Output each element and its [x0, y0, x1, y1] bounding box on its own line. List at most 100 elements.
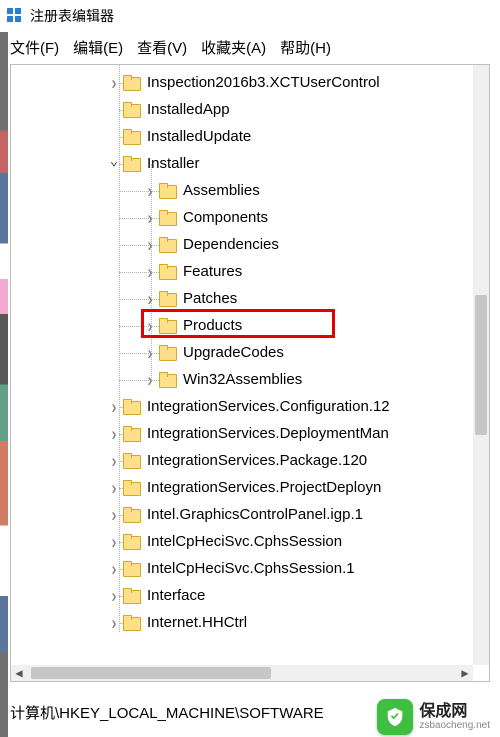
- horizontal-scroll-thumb[interactable]: [31, 667, 271, 679]
- tree-item-label: Features: [183, 263, 242, 280]
- menu-view[interactable]: 查看(V): [137, 37, 187, 58]
- folder-icon: [159, 264, 177, 280]
- tree-item-label: Assemblies: [183, 182, 260, 199]
- menu-help[interactable]: 帮助(H): [280, 37, 331, 58]
- chevron-right-icon[interactable]: [105, 454, 123, 468]
- folder-icon: [159, 318, 177, 334]
- tree-item-label: UpgradeCodes: [183, 344, 284, 361]
- tree-item-label: IntegrationServices.Package.120: [147, 452, 367, 469]
- tree-item[interactable]: Interface: [11, 582, 473, 609]
- tree-item[interactable]: Dependencies: [11, 231, 473, 258]
- folder-icon: [123, 102, 141, 118]
- folder-icon: [123, 480, 141, 496]
- chevron-right-icon[interactable]: [105, 508, 123, 522]
- tree-item[interactable]: Inspection2016b3.XCTUserControl: [11, 69, 473, 96]
- window-title: 注册表编辑器: [30, 6, 114, 26]
- menubar: 文件(F) 编辑(E) 查看(V) 收藏夹(A) 帮助(H): [0, 33, 500, 64]
- chevron-right-icon[interactable]: [105, 535, 123, 549]
- tree-item[interactable]: InstalledUpdate: [11, 123, 473, 150]
- tree-item[interactable]: Patches: [11, 285, 473, 312]
- folder-icon: [159, 372, 177, 388]
- folder-icon: [123, 129, 141, 145]
- scroll-right-arrow-icon[interactable]: ▶: [457, 665, 473, 681]
- tree-item-label: Installer: [147, 155, 200, 172]
- tree-item-label: IntegrationServices.ProjectDeployn: [147, 479, 381, 496]
- menu-edit[interactable]: 编辑(E): [73, 37, 123, 58]
- chevron-right-icon[interactable]: [141, 346, 159, 360]
- chevron-right-icon[interactable]: [105, 589, 123, 603]
- folder-icon: [123, 156, 141, 172]
- folder-icon: [123, 615, 141, 631]
- chevron-right-icon[interactable]: [105, 562, 123, 576]
- tree-item[interactable]: Assemblies: [11, 177, 473, 204]
- scroll-left-arrow-icon[interactable]: ◀: [11, 665, 27, 681]
- tree-view[interactable]: Inspection2016b3.XCTUserControl Installed…: [11, 65, 473, 665]
- tree-item-label: Inspection2016b3.XCTUserControl: [147, 74, 380, 91]
- tree-item-label: InstalledApp: [147, 101, 230, 118]
- vertical-scrollbar[interactable]: [473, 65, 489, 665]
- folder-icon: [159, 291, 177, 307]
- chevron-right-icon[interactable]: [105, 481, 123, 495]
- folder-icon: [159, 210, 177, 226]
- chevron-right-icon[interactable]: [141, 238, 159, 252]
- tree-item[interactable]: Internet.HHCtrl: [11, 609, 473, 636]
- folder-icon: [123, 588, 141, 604]
- chevron-right-icon[interactable]: [105, 616, 123, 630]
- menu-favorites[interactable]: 收藏夹(A): [201, 37, 266, 58]
- watermark-en: zsbaocheng.net: [419, 720, 490, 731]
- tree-item[interactable]: IntelCpHeciSvc.CphsSession: [11, 528, 473, 555]
- tree-item[interactable]: IntegrationServices.Package.120: [11, 447, 473, 474]
- watermark-badge-icon: [377, 699, 413, 735]
- chevron-right-icon[interactable]: [141, 265, 159, 279]
- tree-item-label: IntelCpHeciSvc.CphsSession.1: [147, 560, 355, 577]
- tree-item[interactable]: Components: [11, 204, 473, 231]
- tree-item[interactable]: IntegrationServices.ProjectDeployn: [11, 474, 473, 501]
- tree-item[interactable]: IntelCpHeciSvc.CphsSession.1: [11, 555, 473, 582]
- chevron-right-icon[interactable]: [141, 184, 159, 198]
- tree-item[interactable]: Products: [11, 312, 473, 339]
- folder-icon: [123, 426, 141, 442]
- tree-item-label: Internet.HHCtrl: [147, 614, 247, 631]
- folder-icon: [123, 561, 141, 577]
- tree-item-label: Dependencies: [183, 236, 279, 253]
- folder-icon: [159, 345, 177, 361]
- watermark: 保成网 zsbaocheng.net: [373, 697, 494, 737]
- tree-item[interactable]: IntegrationServices.Configuration.12: [11, 393, 473, 420]
- watermark-cn: 保成网: [419, 703, 490, 721]
- tree-item[interactable]: Features: [11, 258, 473, 285]
- folder-icon: [159, 237, 177, 253]
- watermark-text: 保成网 zsbaocheng.net: [419, 703, 490, 732]
- tree-item[interactable]: UpgradeCodes: [11, 339, 473, 366]
- tree-item[interactable]: Win32Assemblies: [11, 366, 473, 393]
- chevron-right-icon[interactable]: [141, 319, 159, 333]
- tree-item[interactable]: IntegrationServices.DeploymentMan: [11, 420, 473, 447]
- tree-item-label: IntegrationServices.Configuration.12: [147, 398, 390, 415]
- folder-icon: [123, 399, 141, 415]
- folder-icon: [123, 534, 141, 550]
- chevron-right-icon[interactable]: [105, 76, 123, 90]
- chevron-right-icon[interactable]: [141, 211, 159, 225]
- tree-item[interactable]: InstalledApp: [11, 96, 473, 123]
- chevron-right-icon[interactable]: [141, 373, 159, 387]
- folder-icon: [123, 453, 141, 469]
- tree-item-label: InstalledUpdate: [147, 128, 251, 145]
- tree-item-label: Patches: [183, 290, 237, 307]
- tree-panel: Inspection2016b3.XCTUserControl Installed…: [10, 64, 490, 682]
- chevron-right-icon[interactable]: [105, 427, 123, 441]
- chevron-right-icon[interactable]: [141, 292, 159, 306]
- horizontal-scrollbar[interactable]: ◀ ▶: [11, 665, 473, 681]
- folder-icon: [123, 75, 141, 91]
- tree-item[interactable]: Installer: [11, 150, 473, 177]
- registry-editor-window: 注册表编辑器 文件(F) 编辑(E) 查看(V) 收藏夹(A) 帮助(H) In…: [0, 0, 500, 737]
- tree-item-label: Interface: [147, 587, 205, 604]
- chevron-down-icon[interactable]: [105, 156, 123, 172]
- tree-item-label: IntelCpHeciSvc.CphsSession: [147, 533, 342, 550]
- vertical-scroll-thumb[interactable]: [475, 295, 487, 435]
- chevron-right-icon[interactable]: [105, 400, 123, 414]
- tree-item-label: Intel.GraphicsControlPanel.igp.1: [147, 506, 363, 523]
- tree-item[interactable]: Intel.GraphicsControlPanel.igp.1: [11, 501, 473, 528]
- menu-file[interactable]: 文件(F): [10, 37, 59, 58]
- folder-icon: [159, 183, 177, 199]
- left-decorative-strip: [0, 32, 8, 737]
- tree-item-label: Products: [183, 317, 242, 334]
